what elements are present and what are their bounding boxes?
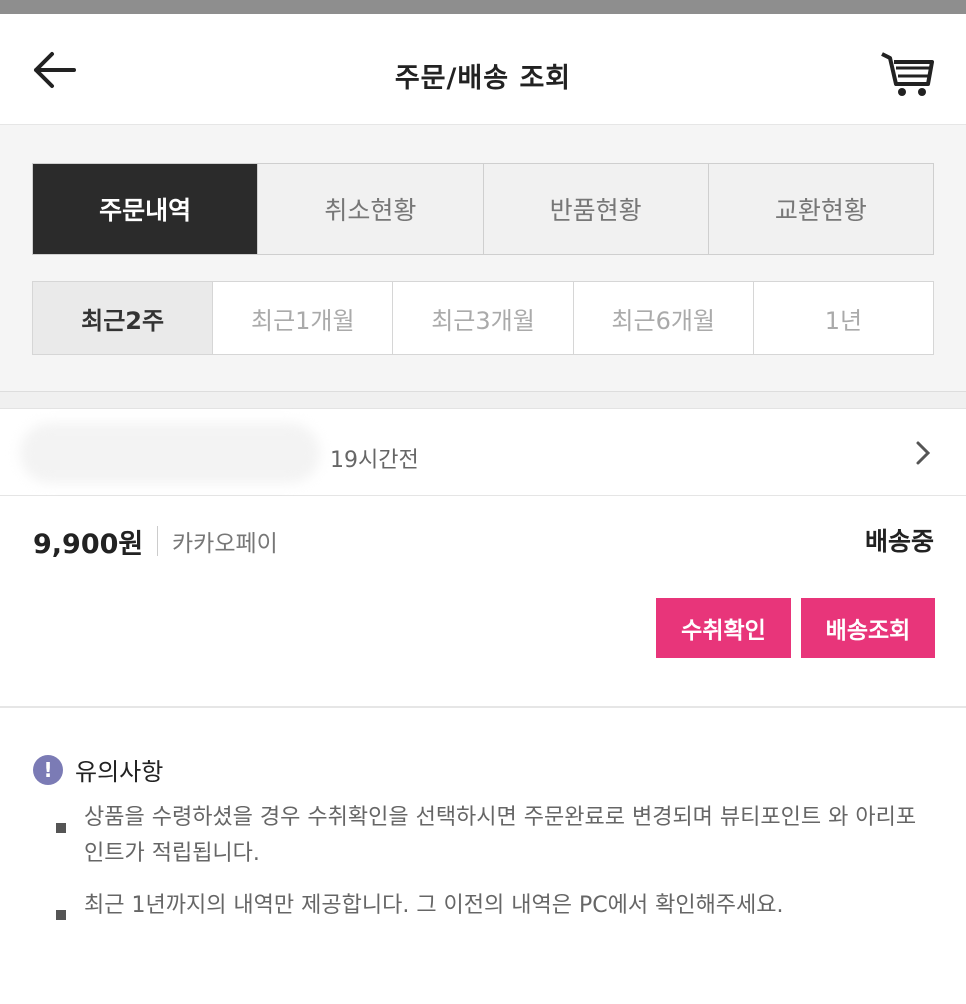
price-divider [157, 526, 158, 556]
exclamation-icon: ! [33, 754, 63, 785]
section-divider [0, 392, 966, 409]
cart-icon[interactable] [878, 48, 936, 98]
order-tabs: 주문내역 취소현황 반품현황 교환현황 [32, 163, 934, 255]
order-item: 9,900원 카카오페이 배송중 수취확인 배송조회 [0, 496, 966, 708]
track-delivery-button[interactable]: 배송조회 [801, 598, 935, 658]
notice-item: 최근 1년까지의 내역만 제공합니다. 그 이전의 내역은 PC에서 확인해주세… [84, 893, 784, 918]
period-filter: 최근2주 최근1개월 최근3개월 최근6개월 1년 [32, 281, 934, 355]
chevron-right-icon [916, 441, 931, 465]
page-title: 주문/배송 조회 [394, 63, 572, 94]
header: 주문/배송 조회 [0, 14, 966, 125]
order-header-row[interactable]: 19시간전 [0, 409, 966, 496]
tab-order-history[interactable]: 주문내역 [33, 164, 258, 254]
confirm-receipt-button[interactable]: 수취확인 [656, 598, 791, 658]
delivery-status: 배송중 [864, 527, 934, 556]
period-1-month[interactable]: 최근1개월 [212, 282, 392, 354]
order-price: 9,900원 [33, 529, 144, 560]
redacted-order-number [20, 423, 320, 483]
status-bar [0, 0, 966, 14]
period-3-months[interactable]: 최근3개월 [392, 282, 572, 354]
notice-item: 상품을 수령하셨을 경우 수취확인을 선택하시면 주문완료로 변경되며 뷰티포인… [84, 805, 917, 866]
tab-exchange-status[interactable]: 교환현황 [707, 164, 933, 254]
period-2-weeks[interactable]: 최근2주 [33, 282, 213, 354]
period-1-year[interactable]: 1년 [752, 282, 933, 354]
tab-cancel-status[interactable]: 취소현황 [257, 164, 482, 254]
payment-method: 카카오페이 [172, 531, 278, 557]
notice-title: 유의사항 [75, 758, 164, 786]
bullet-icon [56, 823, 66, 833]
notice-section: ! 유의사항 상품을 수령하셨을 경우 수취확인을 선택하시면 주문완료로 변경… [0, 708, 966, 1004]
order-time: 19시간전 [330, 448, 419, 473]
period-6-months[interactable]: 최근6개월 [572, 282, 753, 354]
bullet-icon [56, 910, 66, 920]
filter-area: 주문내역 취소현황 반품현황 교환현황 최근2주 최근1개월 최근3개월 최근6… [0, 125, 966, 392]
tab-return-status[interactable]: 반품현황 [482, 164, 708, 254]
notice-header: ! 유의사항 [33, 752, 163, 787]
